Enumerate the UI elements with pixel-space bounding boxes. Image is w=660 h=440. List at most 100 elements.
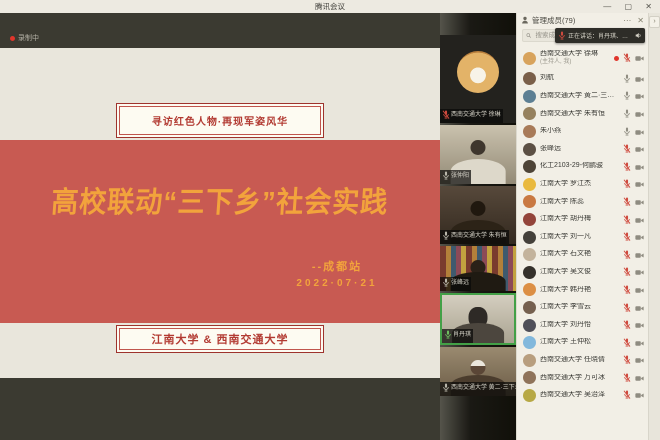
mic-muted-icon[interactable] [623,246,631,264]
camera-icon[interactable] [635,193,644,211]
members-icon [521,16,529,24]
camera-icon[interactable] [635,316,644,334]
participant-row[interactable]: 江南大学 陈蕊 [517,193,649,211]
camera-icon[interactable] [635,175,644,193]
mic-on-icon[interactable] [623,87,631,105]
participant-avatar [523,248,536,261]
participant-avatar [523,283,536,296]
participant-avatar [523,301,536,314]
main-stage: 录制中 寻访红色人物·再现军姿风华 高校联动“三下乡”社会实践 --成都站 20… [0,13,440,440]
participant-name: 张峰远 [540,145,619,154]
participant-row[interactable]: 西南交通大学 黄二·三下乡实践队 [517,88,649,106]
panel-close-button[interactable]: ✕ [637,16,644,25]
recording-dot-icon [10,36,15,41]
participant-row[interactable]: 西南交通大学 万可冰 [517,369,649,387]
video-tile[interactable]: 肖丹琪 [440,293,516,345]
video-tile[interactable]: 张峰远 [440,246,516,291]
camera-icon[interactable] [635,105,644,123]
video-tile-label: 西南交通大学 徐琳 [440,109,503,123]
mic-muted-icon[interactable] [623,193,631,211]
slide-subtitle-date: 2022·07·21 [262,278,412,289]
panel-more-button[interactable]: ⋯ [623,16,631,25]
mic-on-icon[interactable] [623,123,631,141]
camera-icon[interactable] [635,211,644,229]
mic-on-icon[interactable] [623,70,631,88]
participant-name: 江南大学 石文艳 [540,250,619,259]
video-tile[interactable]: 西南交通大学 朱有恒 [440,186,516,244]
mic-muted-icon[interactable] [623,334,631,352]
mic-icon [442,231,450,243]
participant-row[interactable]: 江南大学 罗江杰 [517,176,649,194]
minimize-button[interactable]: — [603,2,611,11]
mic-muted-icon[interactable] [623,140,631,158]
participant-row[interactable]: 江南大学 刘丹怡 [517,316,649,334]
mic-icon [442,383,450,395]
participant-role: (主持人, 我) [540,59,610,67]
participant-avatar [523,371,536,384]
mic-muted-icon[interactable] [623,158,631,176]
titlebar: 腾讯会议 — ▢ ✕ [0,0,660,13]
participant-row[interactable]: 江南大学 王仲松 [517,334,649,352]
mic-muted-icon[interactable] [623,299,631,317]
participant-list: 西南交通大学 徐琳(主持人, 我)刘航西南交通大学 黄二·三下乡实践队西南交通大… [517,46,649,440]
mic-muted-icon[interactable] [623,228,631,246]
participant-row[interactable]: 朱小燕 [517,123,649,141]
close-button[interactable]: ✕ [645,2,652,11]
mic-muted-icon[interactable] [623,49,631,67]
camera-icon[interactable] [635,334,644,352]
camera-icon[interactable] [635,263,644,281]
mic-muted-icon[interactable] [623,263,631,281]
camera-icon[interactable] [635,281,644,299]
camera-icon[interactable] [635,386,644,404]
camera-icon[interactable] [635,70,644,88]
panel-title: 管理成员(79) [532,15,617,26]
participant-row[interactable]: 化工2103-29-何鹏骏 [517,158,649,176]
video-thumbnail-strip: 西南交通大学 徐琳张仲阳西南交通大学 朱有恒张峰远肖丹琪西南交通大学 黄二·三下… [440,13,516,440]
slide-top-banner-text: 寻访红色人物·再现军姿风华 [152,113,288,128]
camera-icon[interactable] [635,49,644,67]
camera-icon[interactable] [635,228,644,246]
participant-row[interactable]: 刘航 [517,70,649,88]
participant-row[interactable]: 西南交通大学 朱有恒 [517,105,649,123]
mic-muted-icon[interactable] [623,386,631,404]
participant-row[interactable]: 西南交通大学 徐琳(主持人, 我) [517,46,649,70]
panel-collapse-button[interactable]: › [649,16,660,28]
video-tile[interactable]: 西南交通大学 徐琳 [440,35,516,123]
mic-muted-icon[interactable] [623,175,631,193]
participant-name: 江南大学 刘一凡 [540,233,619,242]
participant-row[interactable]: 江南大学 胡丹梅 [517,211,649,229]
mic-muted-icon[interactable] [623,316,631,334]
camera-icon[interactable] [635,369,644,387]
participant-row[interactable]: 西南交通大学 吴治泽 [517,387,649,405]
camera-icon[interactable] [635,351,644,369]
mic-on-icon[interactable] [623,105,631,123]
participant-row[interactable]: 江南大学 韩丹艳 [517,281,649,299]
maximize-button[interactable]: ▢ [625,2,633,11]
mic-muted-icon[interactable] [623,211,631,229]
participant-row[interactable]: 江南大学 石文艳 [517,246,649,264]
mic-muted-icon[interactable] [623,369,631,387]
participant-avatar [523,72,536,85]
participant-row[interactable]: 西南交通大学 任晓倩 [517,352,649,370]
participant-row[interactable]: 张峰远 [517,140,649,158]
shared-slide: 寻访红色人物·再现军姿风华 高校联动“三下乡”社会实践 --成都站 2022·0… [0,48,440,378]
participant-avatar [523,125,536,138]
participant-row[interactable]: 江南大学 李雪云 [517,299,649,317]
participant-avatar [523,107,536,120]
participant-name: 西南交通大学 黄二·三下乡实践队 [540,92,619,101]
camera-icon[interactable] [635,299,644,317]
camera-icon[interactable] [635,140,644,158]
participant-row[interactable]: 江南大学 刘一凡 [517,228,649,246]
camera-icon[interactable] [635,87,644,105]
participant-name: 西南交通大学 吴治泽 [540,391,619,400]
dog-avatar [457,51,499,93]
camera-icon[interactable] [635,123,644,141]
mic-muted-icon[interactable] [623,281,631,299]
participant-row[interactable]: 江南大学 吴文俊 [517,264,649,282]
video-tile[interactable]: 西南交通大学 黄二·三下乡实践队 [440,347,516,396]
video-tile[interactable]: 张仲阳 [440,125,516,184]
camera-icon[interactable] [635,158,644,176]
camera-icon[interactable] [635,246,644,264]
mic-muted-icon[interactable] [623,351,631,369]
slide-subtitle-station: --成都站 [262,258,412,274]
